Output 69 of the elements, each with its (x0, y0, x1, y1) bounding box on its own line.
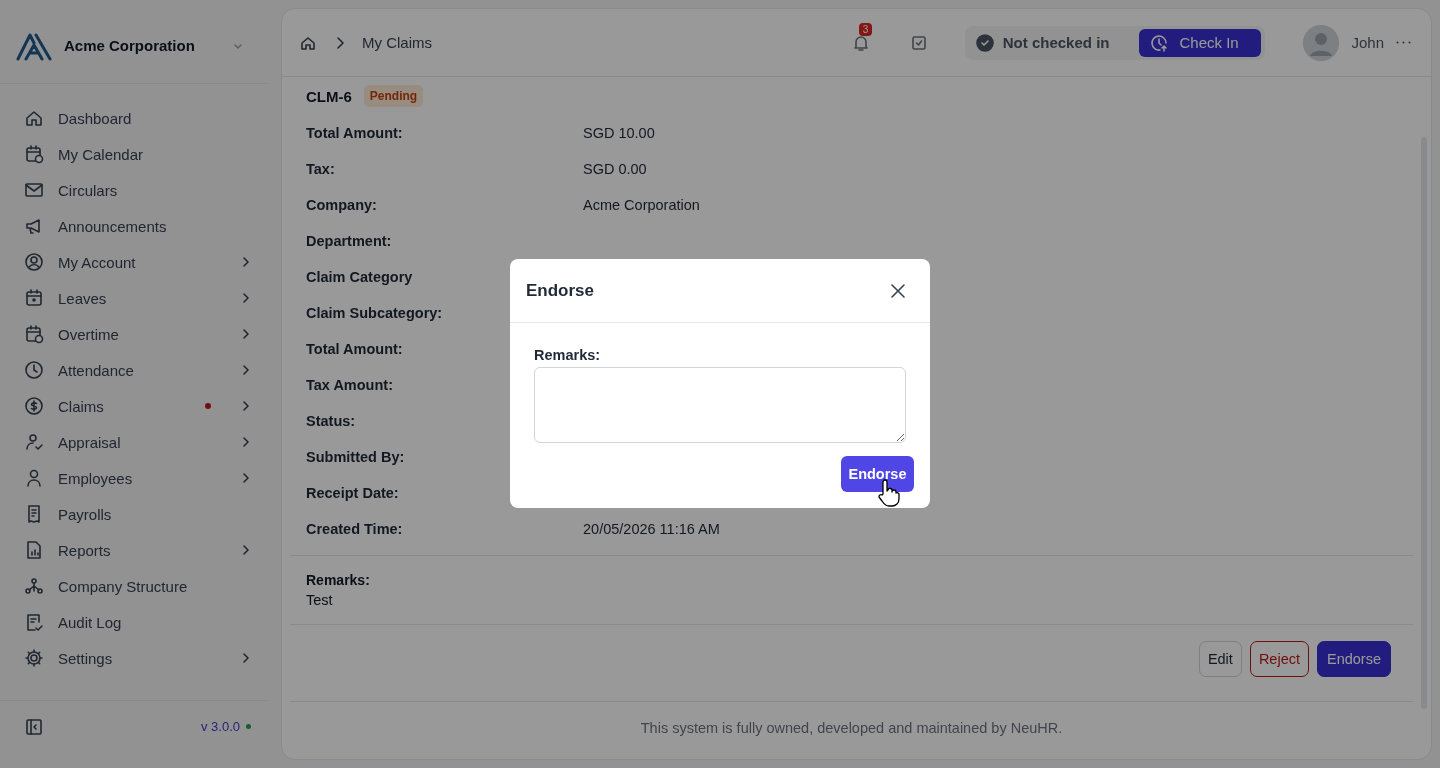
dialog-title: Endorse (526, 280, 595, 301)
notification-count: 3 (858, 22, 873, 36)
endorse-button[interactable]: Endorse (1317, 641, 1391, 677)
version-badge: v 3.0.0 (194, 715, 257, 738)
calendar-clock-icon (24, 144, 44, 164)
sidebar-item[interactable]: Payrolls (24, 496, 281, 532)
field-label: Tax Amount: (306, 377, 393, 393)
house-icon (24, 108, 44, 128)
document-check-icon (24, 612, 44, 632)
more-icon (1396, 41, 1411, 44)
field-label: Total Amount: (306, 341, 403, 357)
envelope-icon (24, 180, 44, 200)
user-circle-icon (24, 252, 44, 272)
sidebar-item[interactable]: Overtime (24, 316, 281, 352)
sidebar-item[interactable]: Employees (24, 460, 281, 496)
field-label: Total Amount: (306, 125, 403, 141)
sidebar-item[interactable]: Audit Log (24, 604, 281, 640)
field-value: SGD 10.00 (583, 125, 656, 141)
remarks-label: Remarks: (306, 572, 371, 588)
breadcrumb-item[interactable]: My Claims (362, 34, 839, 51)
gear-icon (24, 648, 44, 668)
field-value: 20/05/2026 11:16 AM (583, 521, 721, 537)
sidebar-toggle-icon (24, 716, 44, 737)
claim-id: CLM-6 (306, 87, 352, 105)
sidebar-item[interactable]: Settings (24, 640, 281, 676)
field-value: Acme Corporation (583, 197, 701, 213)
field-label: Claim Category (306, 269, 413, 285)
sidebar-item[interactable]: Appraisal (24, 424, 281, 460)
remarks-field[interactable] (534, 367, 906, 443)
sidebar-item[interactable]: Circulars (24, 172, 281, 208)
clock-arrow-icon (1149, 32, 1170, 53)
field-label: Receipt Date: (306, 485, 399, 501)
edit-button[interactable]: Edit (1198, 641, 1242, 677)
reject-button[interactable]: Reject (1249, 641, 1309, 677)
field-value: SGD 0.00 (583, 161, 648, 177)
calendar-icon (24, 288, 44, 308)
sidebar-item[interactable]: My Account (24, 244, 281, 280)
remarks-text: Test (306, 592, 334, 608)
company-name: Acme Corporation (64, 37, 196, 54)
clock-icon (24, 360, 44, 380)
status-badge: Pending (363, 85, 424, 107)
field-label: Tax: (306, 161, 335, 177)
sidebar-item[interactable]: Dashboard (24, 100, 281, 136)
field-label: Claim Subcategory: (306, 305, 443, 321)
user-name[interactable]: John (1351, 34, 1384, 51)
field-label: Created Time: (306, 521, 403, 537)
sidebar-item[interactable]: Announcements (24, 208, 281, 244)
check-circle-icon (974, 32, 995, 53)
endorse-button[interactable]: Endorse (841, 456, 914, 492)
calendar-clock-icon (24, 324, 44, 344)
field-label: Department: (306, 233, 392, 249)
checkin-status: Not checked in (1002, 34, 1110, 51)
hierarchy-icon (24, 576, 44, 596)
field-label: Status: (306, 413, 356, 429)
field-label: Submitted By: (306, 449, 405, 465)
sidebar-item[interactable]: Attendance (24, 352, 281, 388)
sidebar-item[interactable]: My Calendar (24, 136, 281, 172)
sidebar-item[interactable]: Company Structure (24, 568, 281, 604)
field-label: Company: (306, 197, 377, 213)
user-icon (24, 468, 44, 488)
user-check-icon (24, 432, 44, 452)
sidebar-item[interactable]: Leaves (24, 280, 281, 316)
dollar-icon (24, 396, 44, 416)
report-icon (24, 540, 44, 560)
field-label: Remarks: (534, 347, 602, 363)
footer-text: This system is fully owned, developed and maintained by NeuHR. (290, 701, 1413, 753)
sidebar-item[interactable]: Claims (24, 388, 281, 424)
check-in-button[interactable]: Check In (1139, 28, 1262, 57)
sidebar-item[interactable]: Reports (24, 532, 281, 568)
